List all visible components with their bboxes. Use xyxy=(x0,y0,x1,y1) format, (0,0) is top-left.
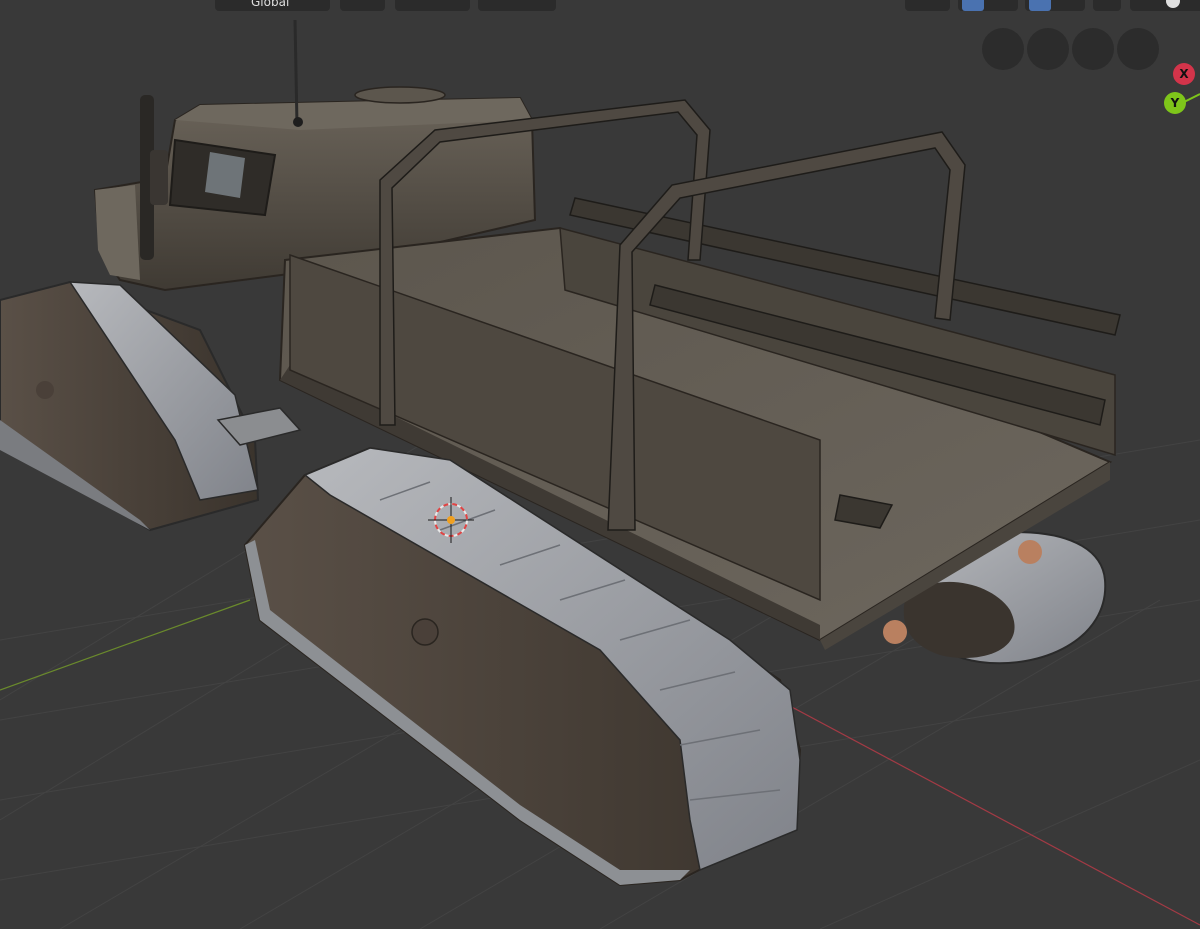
view-object-types-button[interactable] xyxy=(905,0,950,11)
solid-shading-icon xyxy=(1166,0,1180,8)
overlays-icon xyxy=(1029,0,1051,11)
proportional-edit-button[interactable] xyxy=(478,0,556,11)
x-axis-line xyxy=(759,689,1200,926)
transform-orientation-label: Global xyxy=(251,0,290,9)
y-axis-line xyxy=(0,599,251,691)
overlays-toggle-button[interactable] xyxy=(1025,0,1085,11)
snap-button[interactable] xyxy=(395,0,470,11)
gizmo-axis-y[interactable]: Y xyxy=(1164,92,1186,114)
pan-icon[interactable] xyxy=(1027,28,1069,70)
zoom-icon[interactable] xyxy=(982,28,1024,70)
truck-model[interactable] xyxy=(0,19,1121,887)
gizmo-toggle-button[interactable] xyxy=(958,0,1018,11)
3d-viewport[interactable] xyxy=(0,0,1200,929)
gizmo-icon xyxy=(962,0,984,11)
shading-mode-buttons[interactable] xyxy=(1130,0,1200,11)
transform-orientation-dropdown[interactable]: Global xyxy=(215,0,330,11)
xray-toggle-button[interactable] xyxy=(1093,0,1121,11)
camera-icon[interactable] xyxy=(1072,28,1114,70)
perspective-icon[interactable] xyxy=(1117,28,1159,70)
pivot-point-button[interactable] xyxy=(340,0,385,11)
gizmo-axis-x[interactable]: X xyxy=(1173,63,1195,85)
